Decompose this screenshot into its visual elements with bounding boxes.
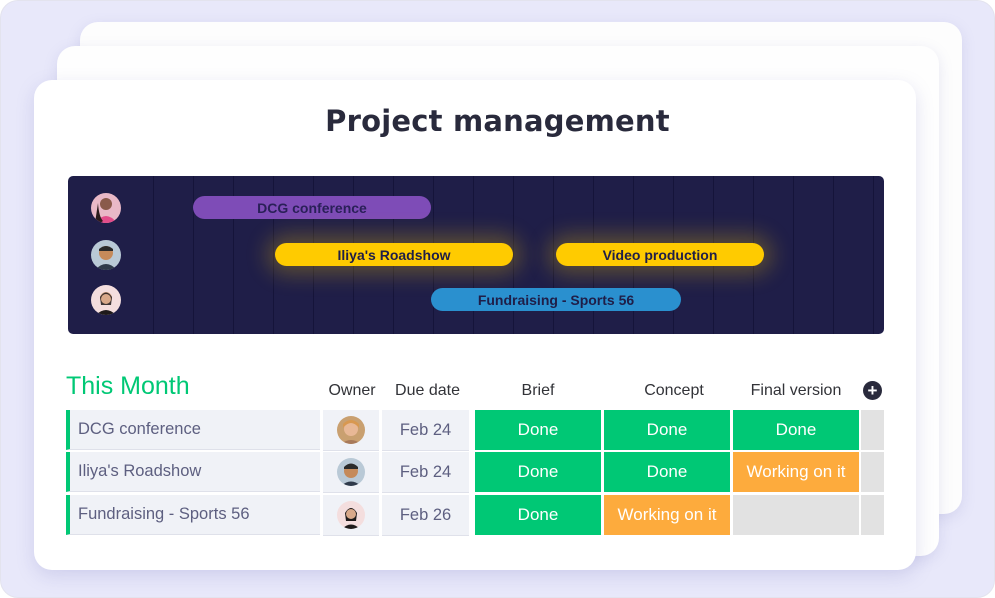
- item-name[interactable]: Iliya's Roadshow: [66, 452, 320, 492]
- due-date[interactable]: Feb 24: [382, 452, 469, 493]
- timeline-grid-line: [193, 176, 194, 334]
- avatar[interactable]: [91, 240, 121, 270]
- owner-cell[interactable]: [323, 410, 379, 451]
- add-column-button[interactable]: +: [863, 381, 882, 400]
- timeline-bar[interactable]: Fundraising - Sports 56: [431, 288, 681, 311]
- status-final-version[interactable]: Working on it: [733, 452, 859, 492]
- timeline-chart: DCG conference Iliya's Roadshow Video pr…: [68, 176, 884, 334]
- item-name[interactable]: Fundraising - Sports 56: [66, 495, 320, 535]
- timeline-grid-line: [873, 176, 874, 334]
- due-date[interactable]: Feb 26: [382, 495, 469, 536]
- status-concept[interactable]: Done: [604, 452, 730, 492]
- empty-cell[interactable]: [861, 410, 884, 450]
- timeline-bar[interactable]: Iliya's Roadshow: [275, 243, 513, 266]
- owner-cell[interactable]: [323, 452, 379, 493]
- column-header-concept[interactable]: Concept: [604, 382, 744, 400]
- avatar: [337, 501, 365, 529]
- column-header-due-date[interactable]: Due date: [384, 382, 471, 400]
- column-header-owner[interactable]: Owner: [322, 382, 382, 400]
- timeline-grid-line: [153, 176, 154, 334]
- timeline-bar[interactable]: Video production: [556, 243, 764, 266]
- avatar[interactable]: [91, 285, 121, 315]
- group-title[interactable]: This Month: [66, 372, 190, 401]
- status-brief[interactable]: Done: [475, 452, 601, 492]
- avatar: [337, 416, 365, 444]
- due-date[interactable]: Feb 24: [382, 410, 469, 451]
- column-header-brief[interactable]: Brief: [475, 382, 601, 400]
- avatar: [337, 458, 365, 486]
- timeline-grid-line: [793, 176, 794, 334]
- status-concept[interactable]: Done: [604, 410, 730, 450]
- timeline-bar[interactable]: DCG conference: [193, 196, 431, 219]
- status-concept[interactable]: Working on it: [604, 495, 730, 535]
- board-title: Project management: [325, 104, 670, 138]
- item-name[interactable]: DCG conference: [66, 410, 320, 450]
- status-final-version[interactable]: [733, 495, 859, 535]
- owner-cell[interactable]: [323, 495, 379, 536]
- empty-cell[interactable]: [861, 452, 884, 492]
- plus-circle-icon: +: [867, 381, 878, 400]
- status-final-version[interactable]: Done: [733, 410, 859, 450]
- avatar[interactable]: [91, 193, 121, 223]
- status-brief[interactable]: Done: [475, 410, 601, 450]
- empty-cell[interactable]: [861, 495, 884, 535]
- column-header-final-version[interactable]: Final version: [733, 382, 859, 400]
- status-brief[interactable]: Done: [475, 495, 601, 535]
- timeline-grid-line: [833, 176, 834, 334]
